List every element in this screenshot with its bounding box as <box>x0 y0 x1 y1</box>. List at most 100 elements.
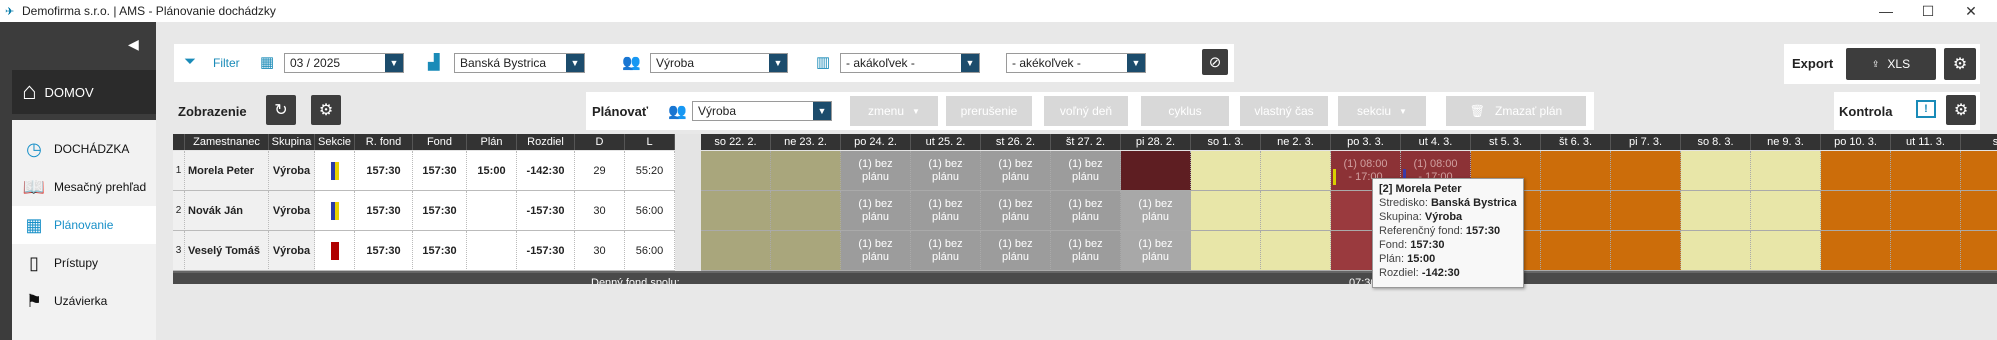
clear-filter-button[interactable]: ⊘ <box>1202 49 1228 75</box>
day-cell[interactable]: (1) bez plánu <box>981 231 1051 271</box>
day-header[interactable]: so 8. 3. <box>1681 134 1751 150</box>
day-cell[interactable] <box>1121 151 1191 191</box>
day-header[interactable]: s <box>1961 134 1997 150</box>
day-cell[interactable]: (1) bez plánu <box>1121 231 1191 271</box>
day-cell[interactable] <box>1261 151 1331 191</box>
day-cell[interactable] <box>1611 231 1681 271</box>
plan-day-off-button[interactable]: voľný deň <box>1044 96 1128 126</box>
column-header[interactable]: L <box>625 134 675 150</box>
day-cell[interactable] <box>1751 231 1821 271</box>
day-cell[interactable] <box>1891 191 1961 231</box>
column-header[interactable]: Fond <box>413 134 467 150</box>
day-cell[interactable] <box>1891 231 1961 271</box>
day-cell[interactable]: (1) bez plánu <box>1051 231 1121 271</box>
day-header[interactable]: st 5. 3. <box>1471 134 1541 150</box>
day-cell[interactable] <box>1191 151 1261 191</box>
day-header[interactable]: po 10. 3. <box>1821 134 1891 150</box>
plan-cycle-button[interactable]: cyklus <box>1141 96 1229 126</box>
day-cell[interactable] <box>1191 191 1261 231</box>
day-header[interactable]: po 24. 2. <box>841 134 911 150</box>
day-cell[interactable] <box>1541 151 1611 191</box>
home-button[interactable]: ⌂ DOMOV <box>12 70 156 114</box>
delete-plan-button[interactable]: 🗑 Zmazať plán <box>1446 96 1586 126</box>
group-select[interactable]: Výroba ▼ <box>650 53 788 73</box>
column-header[interactable]: Sekcie <box>315 134 355 150</box>
day-cell[interactable] <box>1891 151 1961 191</box>
day-cell[interactable] <box>701 151 771 191</box>
plan-group-select[interactable]: Výroba ▼ <box>692 101 832 121</box>
day-cell[interactable]: (1) bez plánu <box>1051 151 1121 191</box>
day-cell[interactable] <box>701 191 771 231</box>
cell-name[interactable]: Novák Ján <box>185 191 269 231</box>
column-header[interactable]: Zamestnanec <box>185 134 269 150</box>
day-cell[interactable] <box>1681 231 1751 271</box>
export-xls-button[interactable]: ⇪ XLS <box>1846 48 1936 80</box>
day-cell[interactable] <box>1541 191 1611 231</box>
plan-custom-time-button[interactable]: vlastný čas <box>1240 96 1328 126</box>
day-cell[interactable]: (1) bez plánu <box>1121 191 1191 231</box>
refresh-button[interactable]: ↻ <box>266 95 296 125</box>
day-cell[interactable]: (1) bez plánu <box>1051 191 1121 231</box>
day-header[interactable]: št 6. 3. <box>1541 134 1611 150</box>
minimize-button[interactable]: — <box>1863 0 1909 22</box>
day-header[interactable]: št 27. 2. <box>1051 134 1121 150</box>
column-header[interactable]: Plán <box>467 134 517 150</box>
day-cell[interactable] <box>1681 191 1751 231</box>
column-header[interactable]: R. fond <box>355 134 413 150</box>
day-cell[interactable] <box>1541 231 1611 271</box>
period-select[interactable]: 03 / 2025 ▼ <box>284 53 404 73</box>
day-cell[interactable] <box>1191 231 1261 271</box>
plan-shift-button[interactable]: zmenu ▼ <box>850 96 938 126</box>
day-header[interactable]: ne 23. 2. <box>771 134 841 150</box>
day-cell[interactable] <box>1261 231 1331 271</box>
day-header[interactable]: pi 28. 2. <box>1121 134 1191 150</box>
day-cell[interactable]: (1) bez plánu <box>911 191 981 231</box>
day-header[interactable]: ne 2. 3. <box>1261 134 1331 150</box>
sidebar-item-dochadzka[interactable]: ◷ DOCHÁDZKA <box>12 130 156 168</box>
plan-section-button[interactable]: sekciu ▼ <box>1338 96 1426 126</box>
check-settings-button[interactable]: ⚙ <box>1946 95 1976 125</box>
close-button[interactable]: ✕ <box>1948 0 1994 22</box>
day-header[interactable]: po 3. 3. <box>1331 134 1401 150</box>
day-cell[interactable] <box>1681 151 1751 191</box>
day-header[interactable]: so 22. 2. <box>701 134 771 150</box>
collapse-sidebar-icon[interactable]: ◀ <box>128 36 139 53</box>
column-header[interactable]: Skupina <box>269 134 315 150</box>
day-cell[interactable] <box>1821 151 1891 191</box>
alert-icon[interactable]: ! <box>1916 100 1936 118</box>
day-cell[interactable] <box>771 231 841 271</box>
day-header[interactable]: so 1. 3. <box>1191 134 1261 150</box>
day-cell[interactable] <box>1611 191 1681 231</box>
day-cell[interactable] <box>1961 191 1997 231</box>
day-cell[interactable] <box>771 191 841 231</box>
day-header[interactable]: ne 9. 3. <box>1751 134 1821 150</box>
day-cell[interactable] <box>1961 231 1997 271</box>
day-cell[interactable]: (1) bez plánu <box>841 231 911 271</box>
day-cell[interactable]: (1) bez plánu <box>841 191 911 231</box>
view-settings-button[interactable]: ⚙ <box>311 95 341 125</box>
cell-name[interactable]: Morela Peter <box>185 151 269 191</box>
day-header[interactable]: ut 25. 2. <box>911 134 981 150</box>
day-cell[interactable] <box>1751 191 1821 231</box>
day-cell[interactable]: (1) bez plánu <box>911 231 981 271</box>
column-filter-1-select[interactable]: - akákoľvek - ▼ <box>840 53 980 73</box>
day-cell[interactable]: (1) bez plánu <box>981 151 1051 191</box>
plan-break-button[interactable]: prerušenie <box>946 96 1032 126</box>
day-cell[interactable] <box>1961 151 1997 191</box>
day-cell[interactable] <box>771 151 841 191</box>
day-cell[interactable]: (1) bez plánu <box>981 191 1051 231</box>
horizontal-scrollbar[interactable] <box>173 271 1997 273</box>
sidebar-item-uzavierka[interactable]: ⚑ Uzávierka <box>12 282 156 320</box>
day-cell[interactable]: (1) bez plánu <box>911 151 981 191</box>
day-header[interactable]: pi 7. 3. <box>1611 134 1681 150</box>
day-header[interactable]: st 26. 2. <box>981 134 1051 150</box>
column-filter-2-select[interactable]: - akékoľvek - ▼ <box>1006 53 1146 73</box>
column-header[interactable]: D <box>575 134 625 150</box>
sidebar-item-planovanie[interactable]: ▦ Plánovanie <box>12 206 156 244</box>
location-select[interactable]: Banská Bystrica ▼ <box>454 53 585 73</box>
day-cell[interactable]: (1) bez plánu <box>841 151 911 191</box>
day-cell[interactable] <box>1821 191 1891 231</box>
day-cell[interactable] <box>1611 151 1681 191</box>
cell-name[interactable]: Veselý Tomáš <box>185 231 269 271</box>
day-cell[interactable] <box>1821 231 1891 271</box>
